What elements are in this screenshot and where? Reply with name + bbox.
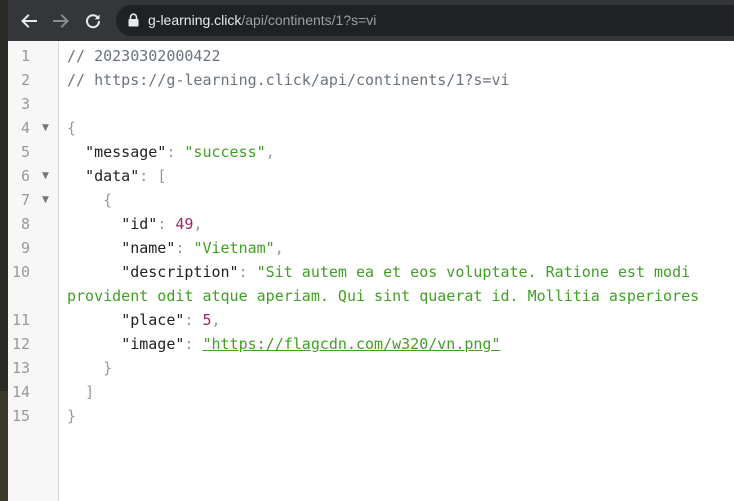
browser-toolbar: g-learning.click/api/continents/1?s=vi [8, 0, 734, 41]
line-number: 4 [20, 119, 30, 137]
json-key: "id" [121, 215, 158, 233]
reload-icon [86, 14, 101, 29]
json-key: "place" [121, 311, 185, 329]
fold-toggle-icon[interactable]: ▼ [42, 116, 49, 140]
url-host: g-learning.click [148, 12, 242, 28]
colon: : [184, 311, 203, 329]
line-number: 1 [20, 47, 30, 65]
bracket: [ [157, 167, 167, 185]
json-string: "Vietnam" [193, 239, 275, 257]
arrow-left-icon [21, 14, 37, 28]
code-line: } [67, 404, 76, 428]
line-number: 14 [11, 383, 30, 401]
desktop-edge [0, 0, 8, 501]
code-line: "image": "https://flagcdn.com/w320/vn.pn… [67, 332, 500, 356]
line-number: 13 [11, 359, 30, 377]
fold-toggle-icon[interactable]: ▼ [42, 164, 49, 188]
json-key: "data" [85, 167, 140, 185]
comma: , [211, 311, 221, 329]
colon: : [166, 143, 185, 161]
comment-timestamp: // 20230302000422 [67, 47, 221, 65]
json-number: 49 [175, 215, 194, 233]
code-line-wrapped: provident odit atque aperiam. Qui sint q… [67, 284, 699, 308]
json-string: "success" [184, 143, 266, 161]
json-string: "Sit autem ea et eos voluptate. Ratione … [256, 263, 691, 281]
json-string: provident odit atque aperiam. Qui sint q… [67, 287, 700, 305]
colon: : [157, 215, 176, 233]
brace: { [67, 119, 77, 137]
back-button[interactable] [16, 8, 42, 34]
code-line: // 20230302000422 [67, 44, 221, 68]
line-number: 8 [20, 215, 30, 233]
desktop-accent [0, 391, 8, 501]
code-line: "place": 5, [67, 308, 221, 332]
code-line: "id": 49, [67, 212, 202, 236]
line-number: 15 [11, 407, 30, 425]
comma: , [193, 215, 203, 233]
address-bar[interactable]: g-learning.click/api/continents/1?s=vi [116, 5, 734, 36]
brace: } [103, 359, 113, 377]
json-key: "description" [121, 263, 239, 281]
url-text: g-learning.click/api/continents/1?s=vi [148, 11, 376, 30]
code-line: "data": [ [67, 164, 166, 188]
line-number: 7 [20, 191, 30, 209]
forward-button[interactable] [48, 8, 74, 34]
comma: , [274, 239, 284, 257]
code-line: "message": "success", [67, 140, 275, 164]
code-line: // https://g-learning.click/api/continen… [67, 68, 510, 92]
arrow-right-icon [53, 14, 69, 28]
json-number: 5 [202, 311, 212, 329]
code-line: "name": "Vietnam", [67, 236, 284, 260]
code-line: { [67, 116, 76, 140]
json-key: "message" [85, 143, 167, 161]
brace: { [103, 191, 113, 209]
colon: : [139, 167, 158, 185]
comment-url: // https://g-learning.click/api/continen… [67, 71, 510, 89]
json-key: "image" [121, 335, 185, 353]
comma: , [265, 143, 275, 161]
json-key: "name" [121, 239, 176, 257]
code-line: "description": "Sit autem ea et eos volu… [67, 260, 690, 284]
line-number: 9 [20, 239, 30, 257]
image-url-link[interactable]: "https://flagcdn.com/w320/vn.png" [202, 335, 500, 353]
brace: } [67, 407, 77, 425]
reload-button[interactable] [80, 8, 106, 34]
line-number: 10 [11, 263, 30, 281]
line-number: 11 [11, 311, 30, 329]
code-line: { [67, 188, 112, 212]
code-line: ] [67, 380, 94, 404]
lock-icon [128, 13, 139, 27]
url-path: /api/continents/1?s=vi [241, 12, 377, 28]
code-line: } [67, 356, 112, 380]
colon: : [238, 263, 257, 281]
line-number: 12 [11, 335, 30, 353]
line-number: 3 [20, 95, 30, 113]
bracket: ] [85, 383, 95, 401]
line-number: 2 [20, 71, 30, 89]
fold-toggle-icon[interactable]: ▼ [42, 188, 49, 212]
colon: : [184, 335, 203, 353]
line-number: 5 [20, 143, 30, 161]
json-viewer: 1 2 3 4 5 6 7 8 9 10 11 12 13 14 15 ▼ ▼ … [8, 41, 734, 501]
line-number-gutter: 1 2 3 4 5 6 7 8 9 10 11 12 13 14 15 ▼ ▼ … [8, 41, 59, 501]
line-number: 6 [20, 167, 30, 185]
colon: : [175, 239, 194, 257]
